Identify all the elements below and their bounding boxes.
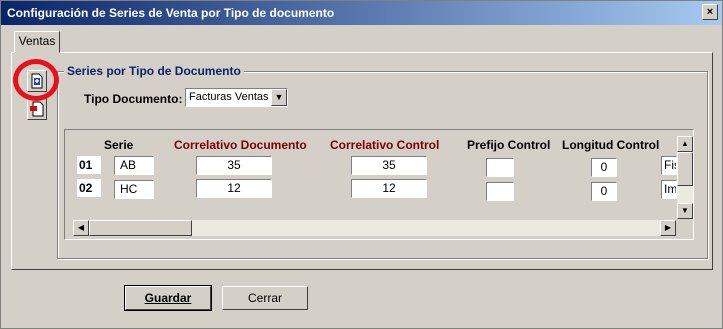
groupbox-title: Series por Tipo de Documento [64,64,244,78]
window-title: Configuración de Series de Venta por Tip… [7,6,335,20]
scroll-left-button[interactable]: ◀ [73,220,89,236]
serie-field[interactable]: HC [114,180,154,199]
dialog-window: Configuración de Series de Venta por Tip… [0,0,723,329]
scroll-down-button[interactable]: ▼ [677,203,693,219]
longitud-control-field[interactable]: 0 [591,158,617,177]
highlight-ring [13,59,59,101]
chevron-down-icon[interactable]: ▼ [271,89,287,106]
correlativo-documento-field[interactable]: 35 [196,156,272,175]
tipo-documento-value: Facturas Ventas [189,91,269,103]
tipo-documento-select[interactable]: Facturas Ventas ▼ [185,88,288,107]
vertical-scroll-thumb[interactable] [677,152,693,186]
tipo-documento-label: Tipo Documento: [84,92,183,106]
row-number: 01 [77,156,101,174]
prefijo-control-field[interactable] [486,182,514,201]
correlativo-control-field[interactable]: 35 [351,156,427,175]
header-prefijo-control: Prefijo Control [467,138,551,152]
horizontal-scrollbar[interactable]: ◀ ▶ [73,220,676,236]
guardar-button[interactable]: Guardar [124,285,212,311]
extra-field[interactable]: Fis [661,156,677,175]
vertical-scrollbar[interactable]: ▲ ▼ [677,136,693,219]
longitud-control-field[interactable]: 0 [591,182,617,201]
correlativo-documento-field[interactable]: 12 [196,179,272,198]
row-number: 02 [77,179,101,197]
serie-field[interactable]: AB [114,156,154,175]
prefijo-control-field[interactable] [486,158,514,177]
scroll-right-button[interactable]: ▶ [660,220,676,236]
extra-field[interactable]: Im [661,180,677,199]
title-bar: Configuración de Series de Venta por Tip… [1,1,722,25]
horizontal-scroll-thumb[interactable] [89,220,192,236]
remove-row-icon [30,101,44,117]
close-button[interactable]: × [702,4,718,20]
header-correlativo-control: Correlativo Control [330,138,440,152]
scroll-up-button[interactable]: ▲ [677,136,693,152]
correlativo-control-field[interactable]: 12 [351,179,427,198]
tab-ventas[interactable]: Ventas [14,31,60,53]
remove-row-button[interactable] [27,98,47,120]
header-longitud-control: Longitud Control [562,138,660,152]
header-serie: Serie [104,138,134,152]
header-correlativo-documento: Correlativo Documento [174,138,307,152]
cerrar-button[interactable]: Cerrar [222,286,308,310]
